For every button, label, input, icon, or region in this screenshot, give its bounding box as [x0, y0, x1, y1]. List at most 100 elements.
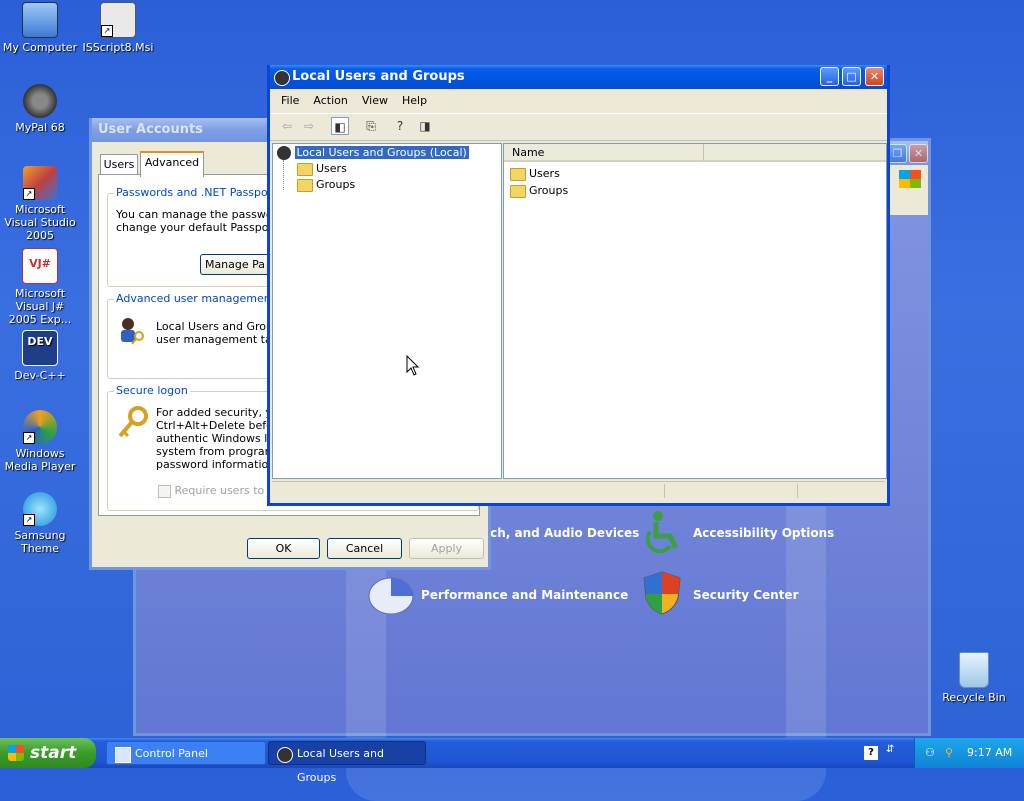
dialog-title: User Accounts — [98, 122, 203, 137]
users-groups-icon — [277, 146, 291, 160]
tab-users[interactable]: Users — [100, 154, 138, 175]
users-app-icon — [277, 747, 293, 763]
installer-icon: ↗ — [100, 2, 136, 38]
button-label: OK — [275, 542, 292, 555]
language-tray-icon[interactable]: ⇵ — [886, 744, 894, 755]
users-key-icon — [116, 316, 146, 346]
desktop-icon-my-computer[interactable]: My Computer — [0, 2, 80, 54]
button-label: Manage Pa — [204, 258, 266, 271]
icon-label: Windows Media Player — [4, 447, 76, 473]
desktop-icon-media-player[interactable]: ↗ Windows Media Player — [0, 410, 80, 473]
restore-button[interactable]: ❐ — [888, 144, 907, 163]
button-label: Apply — [430, 542, 463, 555]
visual-studio-icon: ↗ — [23, 166, 57, 200]
icon-label: Samsung Theme — [14, 529, 66, 555]
desktop-icon-isscript[interactable]: ↗ ISScript8.Msi — [78, 2, 158, 54]
button-label: Cancel — [345, 542, 384, 555]
desktop-icon-mypal[interactable]: MyPal 68 — [0, 84, 80, 134]
tab-advanced[interactable]: Advanced — [140, 151, 204, 177]
group-label: Passwords and .NET Passports — [114, 186, 285, 199]
media-player-icon: ↗ — [23, 410, 57, 444]
column-header-name[interactable]: Name — [504, 144, 704, 162]
list-pane: Name Users Groups — [503, 143, 887, 479]
back-icon[interactable]: ⇦ — [278, 117, 296, 135]
list-item-groups[interactable]: Groups — [510, 184, 568, 198]
folder-icon — [297, 162, 313, 176]
list-item-label: Groups — [529, 184, 569, 197]
passports-text: You can manage the passworc change your … — [116, 208, 283, 234]
text-line: password information — [156, 458, 276, 471]
help-tray-icon[interactable]: ? — [864, 746, 878, 760]
manage-passports-button[interactable]: Manage Pa — [200, 254, 270, 275]
show-hide-action-pane-icon[interactable]: ◨ — [416, 117, 434, 135]
cancel-button[interactable]: Cancel — [327, 538, 402, 559]
close-button[interactable]: ✕ — [865, 67, 884, 86]
ok-button[interactable]: OK — [247, 538, 320, 559]
tree-item-groups[interactable]: Groups — [297, 178, 355, 192]
icon-label: MyPal 68 — [15, 121, 65, 134]
group-label: Secure logon — [114, 384, 190, 397]
icon-label: Microsoft Visual Studio 2005 — [4, 203, 76, 242]
close-button[interactable]: ✕ — [909, 144, 928, 163]
help-icon[interactable]: ? — [391, 117, 409, 135]
toolbar: ⇦ ⇨ ◧ ⎘ ? ◨ — [270, 113, 887, 141]
tree-item-users[interactable]: Users — [297, 162, 347, 176]
task-local-users-groups[interactable]: Local Users and Groups — [268, 741, 426, 784]
tree-item-label: Groups — [316, 178, 356, 191]
samsung-theme-icon: ↗ — [23, 492, 57, 526]
group-label: Advanced user management — [114, 292, 278, 305]
security-shield-icon — [642, 570, 682, 616]
export-list-icon[interactable]: ⎘ — [362, 117, 380, 135]
menu-view[interactable]: View — [355, 91, 395, 111]
task-control-panel[interactable]: Control Panel — [106, 741, 266, 765]
icon-label: Dev-C++ — [14, 369, 66, 382]
raccoon-icon — [23, 84, 57, 118]
folder-icon — [510, 167, 526, 181]
folder-icon — [297, 178, 313, 192]
icon-label: Recycle Bin — [942, 691, 1006, 704]
menu-help[interactable]: Help — [395, 91, 434, 111]
category-label: Accessibility Options — [693, 526, 835, 540]
text-line: You can manage the passworc — [116, 208, 283, 221]
desktop-icon-visual-studio[interactable]: ↗ Microsoft Visual Studio 2005 — [0, 166, 80, 242]
start-button[interactable]: start — [0, 738, 96, 768]
taskbar: start Control Panel Local Users and Grou… — [0, 738, 1024, 784]
show-hide-tree-icon[interactable]: ◧ — [331, 117, 349, 135]
users-app-icon — [274, 70, 290, 86]
forward-icon[interactable]: ⇨ — [300, 117, 318, 135]
folder-icon — [510, 184, 526, 198]
lusrmgr-titlebar: Local Users and Groups _ □ ✕ — [270, 65, 887, 89]
key-icon — [116, 406, 150, 440]
menu-action[interactable]: Action — [306, 91, 354, 111]
devcpp-icon: DEV — [22, 330, 58, 366]
maximize-button[interactable]: □ — [842, 67, 861, 86]
search-tray-icon[interactable]: ⚲ — [945, 738, 953, 768]
tree-root-label: Local Users and Groups (Local) — [294, 146, 469, 159]
text-line: Ctrl+Alt+Delete befor — [156, 419, 278, 432]
category-label: Performance and Maintenance — [421, 588, 629, 602]
category-accessibility[interactable]: Accessibility Options — [693, 526, 834, 540]
desktop-icon-recycle-bin[interactable]: Recycle Bin — [934, 652, 1014, 704]
category-sounds[interactable]: ech, and Audio Devices — [482, 526, 639, 540]
accessibility-icon — [640, 510, 684, 554]
system-tray: ⚇ ⚲ 9:17 AM — [914, 738, 1024, 768]
require-ctrl-alt-del-checkbox[interactable]: Require users to p — [158, 484, 275, 498]
mouse-cursor-icon — [406, 354, 420, 377]
apply-button[interactable]: Apply — [409, 538, 484, 559]
status-divider — [664, 484, 665, 498]
minimize-button[interactable]: _ — [820, 67, 839, 86]
menu-file[interactable]: File — [274, 91, 306, 111]
list-item-users[interactable]: Users — [510, 167, 560, 181]
text-line: user management tas — [156, 333, 278, 346]
category-security-center[interactable]: Security Center — [693, 588, 799, 602]
desktop-icon-samsung-theme[interactable]: ↗ Samsung Theme — [0, 492, 80, 555]
text-line: change your default Passport — [116, 221, 278, 234]
network-tray-icon[interactable]: ⚇ — [925, 738, 935, 768]
text-line: system from programs — [156, 445, 282, 458]
list-item-label: Users — [529, 167, 560, 180]
desktop-icon-vjsharp[interactable]: VJ# Microsoft Visual J# 2005 Exp... — [0, 248, 80, 326]
checkbox-box — [158, 484, 171, 498]
desktop-icon-devcpp[interactable]: DEV Dev-C++ — [0, 330, 80, 382]
category-performance[interactable]: Performance and Maintenance — [421, 588, 628, 602]
tree-root[interactable]: Local Users and Groups (Local) — [277, 146, 469, 160]
